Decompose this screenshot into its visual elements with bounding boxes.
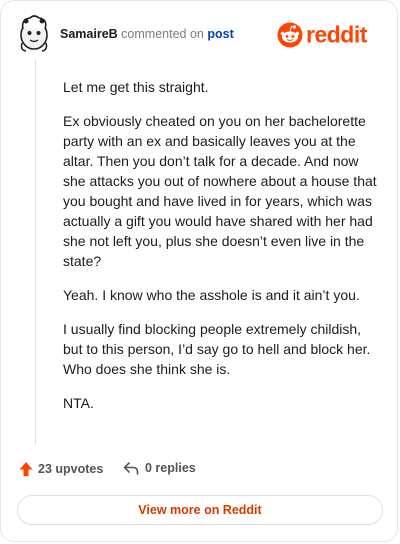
comment-meta: SamaireB commented on post	[60, 27, 234, 41]
upvote-button[interactable]: 23 upvotes	[19, 461, 103, 477]
post-link[interactable]: post	[207, 27, 233, 41]
reply-button[interactable]: 0 replies	[123, 461, 196, 475]
comment-header: SamaireB commented on post reddit	[17, 13, 381, 53]
comment-card: SamaireB commented on post reddit Let me…	[0, 0, 398, 542]
arrow-up-icon	[19, 462, 33, 476]
comment-footer: 23 upvotes 0 replies	[19, 461, 379, 483]
view-more-label: View more on Reddit	[138, 503, 262, 517]
reddit-snoo-icon: reddit	[277, 22, 368, 48]
commented-label: commented on	[121, 27, 204, 41]
comment-paragraph: I usually find blocking people extremely…	[63, 321, 371, 377]
reddit-logo[interactable]: reddit	[277, 20, 381, 50]
comment-paragraph: Yeah. I know who the asshole is and it a…	[63, 287, 360, 303]
reply-arrow-icon	[123, 462, 139, 475]
view-more-button[interactable]: View more on Reddit	[17, 495, 383, 525]
upvote-count: 23 upvotes	[38, 462, 104, 476]
reply-count: 0 replies	[145, 461, 196, 475]
comment-body: Let me get this straight. Ex obviously c…	[63, 77, 381, 427]
brand-wordmark: reddit	[306, 22, 368, 48]
avatar[interactable]	[17, 13, 51, 53]
username[interactable]: SamaireB	[60, 27, 118, 41]
comment-paragraph: NTA.	[63, 395, 94, 411]
comment-paragraph: Let me get this straight.	[63, 79, 209, 95]
thread-line	[35, 59, 36, 445]
comment-paragraph: Ex obviously cheated on you on her bache…	[63, 113, 377, 269]
